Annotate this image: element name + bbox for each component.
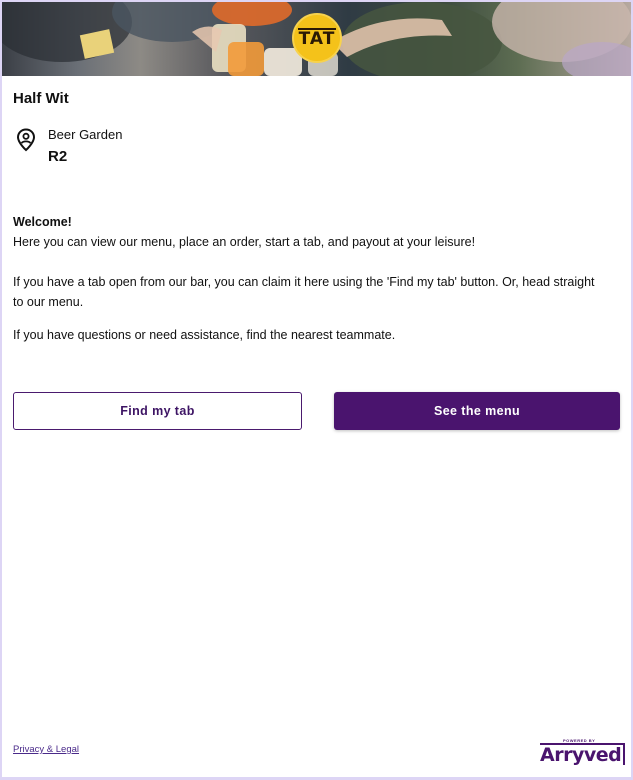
- hero-banner: TAT: [2, 2, 631, 76]
- help-text: If you have questions or need assistance…: [13, 328, 396, 342]
- app-frame: TAT Half Wit Beer Garden R2 Welcome! Her…: [2, 2, 631, 777]
- venue-logo-badge: TAT: [292, 13, 342, 63]
- find-my-tab-button[interactable]: Find my tab: [13, 392, 302, 430]
- table-name: R2: [48, 148, 68, 165]
- welcome-intro-text: Here you can view our menu, place an ord…: [13, 235, 476, 249]
- venue-name: Half Wit: [13, 90, 69, 107]
- location-pin-icon: [16, 128, 36, 152]
- claim-tab-text: If you have a tab open from our bar, you…: [13, 275, 595, 309]
- venue-logo-text: TAT: [297, 28, 337, 49]
- arryved-logo[interactable]: Arryved: [540, 743, 626, 765]
- area-name: Beer Garden: [48, 127, 123, 142]
- privacy-legal-link[interactable]: Privacy & Legal: [13, 744, 79, 755]
- arryved-logo-text: Arryved: [540, 743, 626, 765]
- welcome-heading: Welcome!: [13, 215, 72, 229]
- see-the-menu-button[interactable]: See the menu: [334, 392, 620, 430]
